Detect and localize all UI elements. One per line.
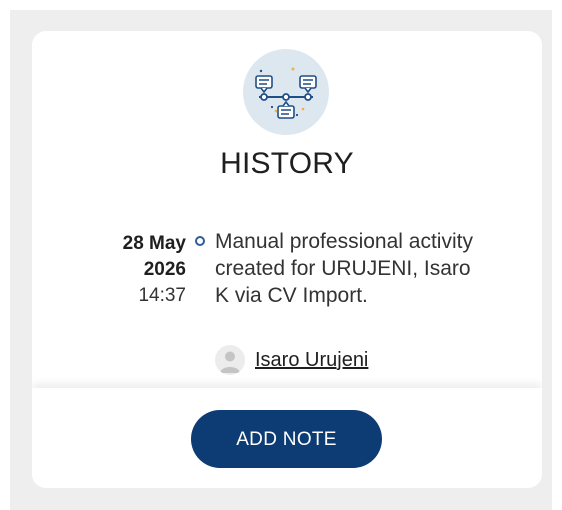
card-footer: ADD NOTE [32,388,542,488]
history-card: HISTORY 28 May 2026 14:37 Manual profess… [32,31,542,488]
user-link[interactable]: Isaro Urujeni [255,349,368,372]
entry-date-day-month: 28 May [122,233,186,254]
page: HISTORY 28 May 2026 14:37 Manual profess… [0,0,562,510]
timeline-dot-icon [195,236,205,246]
entry-time: 14:37 [138,285,186,306]
entry-user: Isaro Urujeni [215,345,368,375]
history-title: HISTORY [220,147,354,180]
entry-description: Manual professional activity created for… [215,230,473,307]
entry-date-year: 2026 [143,259,186,280]
entry-date: 28 May 2026 14:37 [102,231,186,309]
add-note-button[interactable]: ADD NOTE [191,410,382,468]
avatar [215,345,245,375]
timeline-chat-icon [243,49,329,135]
